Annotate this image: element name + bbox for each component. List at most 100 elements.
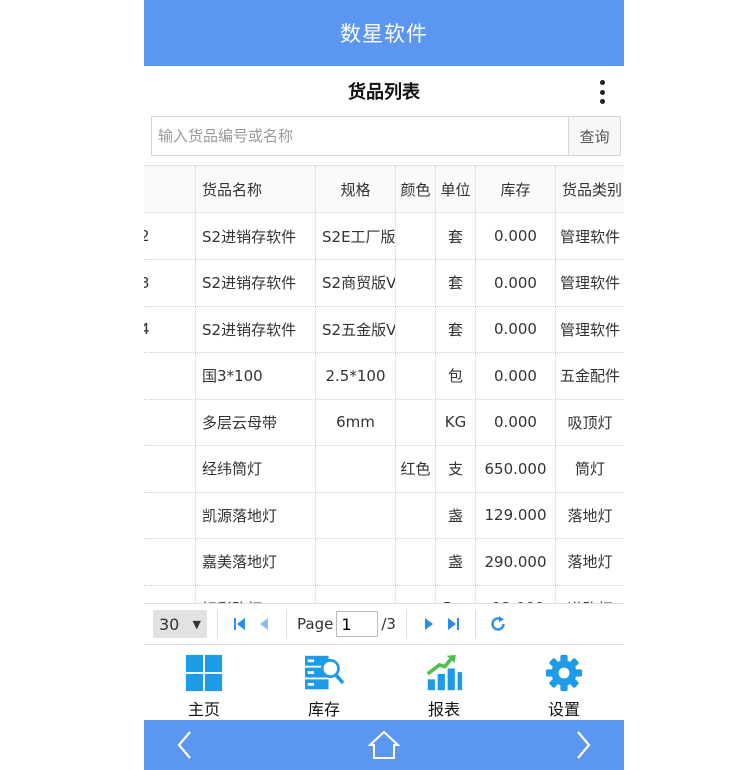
cell-category: 筒灯	[574, 460, 605, 478]
cell-unit: 支	[436, 445, 476, 492]
chevron-left-icon[interactable]	[174, 729, 196, 761]
cell-unit: 套	[436, 213, 476, 259]
page-label: Page	[297, 615, 334, 633]
cell-name: S2进销存软件	[196, 306, 316, 352]
nav-label-settings: 设置	[547, 700, 580, 719]
cell-spec	[316, 538, 396, 585]
page-title-bar: 货品列表	[144, 66, 624, 116]
cell-stock: 290.000	[476, 538, 556, 585]
table-row[interactable]: 嘉美落地灯 盏 290.000 落地灯	[144, 538, 624, 586]
page-size-value: 30	[159, 614, 180, 634]
home-icon[interactable]	[367, 729, 401, 761]
cell-category: 落地灯	[567, 553, 613, 571]
cell-unit: 套	[436, 306, 476, 352]
cell-name: 嘉美落地灯	[196, 538, 316, 585]
cell-spec	[316, 445, 396, 492]
header-cell-spec[interactable]: 规格	[316, 166, 396, 212]
cell-color	[396, 259, 436, 306]
cell-name: 经纬筒灯	[196, 445, 316, 492]
table-row[interactable]: 4S2进销存软件S2五金版V 套0.000管理软件	[144, 306, 624, 353]
table-row[interactable]: 多层云母带 6mm KG 0.000 吸顶灯	[144, 399, 624, 446]
cell-unit: 盏	[436, 538, 476, 585]
page-size-select[interactable]: 30 ▼	[153, 610, 207, 638]
cell-color	[396, 538, 436, 585]
header-cell-color[interactable]: 颜色	[396, 166, 436, 212]
nav-item-inventory[interactable]: 库存	[264, 646, 384, 720]
phone-screen: 数星软件 货品列表 查询 货品名称 规格 颜色 单位 库存 货品类别 2S2进销…	[144, 0, 624, 770]
search-button[interactable]: 查询	[568, 117, 620, 155]
cell-category: 道路灯	[556, 585, 624, 605]
cell-stock: 0.000	[476, 399, 556, 445]
cell-name: S2进销存软件	[196, 259, 316, 306]
cell-code: 4	[144, 306, 196, 352]
current-page-input[interactable]	[336, 611, 379, 637]
header-cell-code	[144, 166, 196, 212]
cell-category: 五金配件	[559, 367, 620, 385]
cell-code	[144, 399, 196, 445]
nav-label-inventory: 库存	[307, 700, 340, 719]
table-body: 2S2进销存软件S2E工厂版套0.000管理软件3S2进销存软件S2商贸版V套0…	[144, 213, 624, 604]
table-row[interactable]: 2S2进销存软件S2E工厂版套0.000管理软件	[144, 213, 624, 260]
chevron-right-icon[interactable]	[572, 729, 594, 761]
table-row[interactable]: 凯源落地灯 盏 129.000 落地灯	[144, 492, 624, 539]
last-page-icon[interactable]	[441, 610, 465, 638]
first-page-icon[interactable]	[228, 610, 252, 638]
search-bar: 查询	[151, 116, 621, 156]
cell-name: 国3*100	[196, 352, 316, 399]
nav-item-reports[interactable]: 报表	[384, 646, 504, 720]
cell-spec	[316, 585, 396, 604]
cell-stock: 0.000	[476, 213, 556, 259]
app-title: 数星软件	[340, 22, 428, 46]
cell-color	[396, 399, 436, 445]
cell-color: 红色	[396, 445, 436, 492]
next-page-icon[interactable]	[417, 610, 441, 638]
cell-color	[396, 492, 436, 538]
cell-code	[144, 492, 196, 538]
more-menu-icon[interactable]	[600, 80, 606, 104]
app-header: 数星软件	[144, 0, 624, 66]
cell-stock: 0.000	[476, 259, 556, 306]
cell-spec: 6mm	[316, 399, 396, 445]
cell-stock: 0.000	[476, 352, 556, 399]
cell-color	[396, 306, 436, 352]
cell-stock: -12.000	[476, 585, 556, 604]
cell-color	[396, 352, 436, 399]
cell-stock: 0.000	[476, 306, 556, 352]
cell-unit: 包	[436, 352, 476, 399]
cell-code	[144, 445, 196, 492]
header-cell-category[interactable]: 货品类别	[556, 166, 624, 212]
cell-category: 管理软件	[559, 227, 620, 246]
prev-page-icon[interactable]	[252, 610, 276, 638]
cell-category: 管理软件	[559, 320, 620, 339]
nav-item-home[interactable]: 主页	[144, 646, 264, 720]
total-pages: /3	[381, 615, 396, 633]
cell-category: 管理软件	[559, 274, 620, 292]
nav-item-settings[interactable]: 设置	[504, 646, 624, 720]
cell-code: 3	[144, 259, 196, 306]
cell-unit: 盏	[436, 492, 476, 538]
bottom-navigation: 主页 库存 报表 设置	[144, 646, 624, 720]
cell-code	[144, 585, 196, 604]
header-cell-stock[interactable]: 库存	[476, 166, 556, 212]
cell-code: 2	[144, 213, 196, 259]
header-cell-name[interactable]: 货品名称	[196, 166, 316, 212]
system-navigation-bar	[144, 720, 624, 770]
cell-unit: KG	[436, 399, 476, 445]
nav-label-home: 主页	[187, 700, 220, 719]
bar-chart-icon	[426, 654, 463, 691]
cell-name: 凯源落地灯	[196, 492, 316, 538]
header-cell-unit[interactable]: 单位	[436, 166, 476, 212]
search-input[interactable]	[152, 117, 568, 155]
cell-code	[144, 538, 196, 585]
cell-category: 落地灯	[567, 506, 613, 525]
cell-unit: 套	[436, 259, 476, 306]
table-row[interactable]: 经纬筒灯 红色支 650.000 筒灯	[144, 445, 624, 493]
dropdown-arrow-icon: ▼	[192, 617, 201, 631]
cell-spec: 2.5*100	[316, 352, 396, 399]
table-row[interactable]: 3S2进销存软件S2商贸版V 套0.000管理软件	[144, 259, 624, 307]
table-row[interactable]: 好彩路灯 Pcs-12.000道路灯	[144, 585, 624, 604]
goods-table: 货品名称 规格 颜色 单位 库存 货品类别 2S2进销存软件S2E工厂版套0.0…	[144, 165, 624, 604]
refresh-icon[interactable]	[486, 610, 510, 638]
table-row[interactable]: 国3*100 2.5*100 包 0.000 五金配件	[144, 352, 624, 400]
cell-category: 吸顶灯	[567, 413, 613, 432]
